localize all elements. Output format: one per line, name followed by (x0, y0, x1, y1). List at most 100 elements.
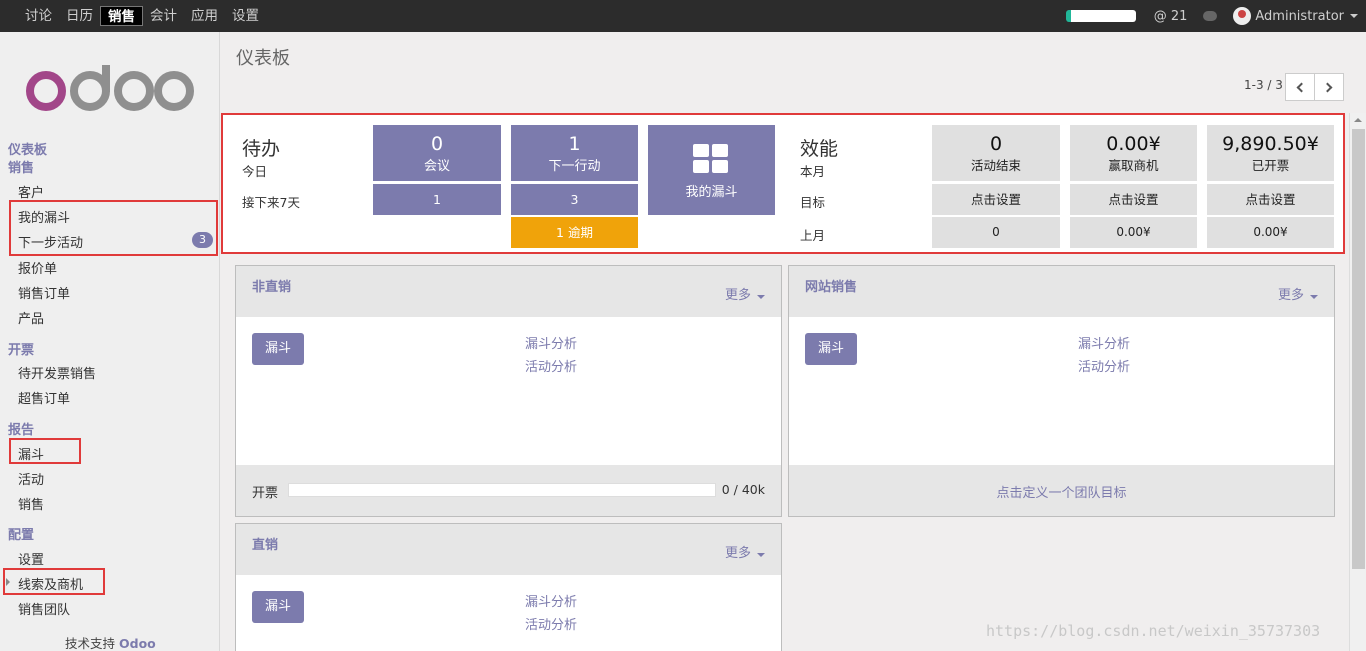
menu-sales[interactable]: 销售 (100, 6, 143, 26)
card-header: 非直销 更多 (236, 266, 781, 317)
more-dropdown[interactable]: 更多 (725, 542, 765, 561)
card-header: 网站销售 更多 (789, 266, 1334, 317)
menu-apps[interactable]: 应用 (184, 6, 225, 26)
chat-icon[interactable] (1203, 11, 1218, 21)
sidebar-item-sales-orders[interactable]: 销售订单 (18, 283, 70, 302)
sidebar-item-sales-teams[interactable]: 销售团队 (18, 599, 70, 618)
sidebar-section-config: 配置 (8, 528, 35, 543)
sidebar-item-upselling[interactable]: 超售订单 (18, 388, 70, 407)
overdue-tile[interactable]: 1 逾期 (511, 217, 638, 248)
target-label: 目标 (800, 195, 826, 210)
card-footer: 开票 0 / 40k (236, 465, 781, 516)
today-label: 今日 (242, 164, 268, 179)
done-activities-last-month: 0 (932, 217, 1060, 248)
sidebar-section-invoicing: 开票 (8, 343, 35, 358)
chevron-left-icon (1296, 82, 1307, 92)
my-pipeline-tile[interactable]: 我的漏斗 (648, 125, 775, 215)
pager-previous-button[interactable] (1285, 73, 1315, 101)
sidebar-section-sales: 销售 (8, 161, 35, 176)
activity-analysis-link[interactable]: 活动分析 (1078, 356, 1130, 375)
sidebar-item-activities[interactable]: 活动 (18, 469, 44, 488)
done-activities-target[interactable]: 点击设置 (932, 184, 1060, 215)
won-target[interactable]: 点击设置 (1070, 184, 1197, 215)
card-footer: 点击定义一个团队目标 (789, 465, 1334, 516)
highlight-box (9, 200, 218, 256)
more-dropdown[interactable]: 更多 (725, 284, 765, 303)
scrollbar-thumb[interactable] (1352, 129, 1365, 569)
menu-discuss[interactable]: 讨论 (18, 6, 59, 26)
invoiced-tile[interactable]: 9,890.50¥ 已开票 (1207, 125, 1334, 181)
chevron-down-icon (757, 553, 765, 557)
pipeline-analysis-link[interactable]: 漏斗分析 (525, 591, 577, 610)
invoicing-progress-bar (288, 483, 716, 497)
mentions-counter[interactable]: @ 21 (1154, 9, 1188, 24)
activity-analysis-link[interactable]: 活动分析 (525, 356, 577, 375)
sidebar-item-customers[interactable]: 客户 (18, 182, 44, 201)
powered-by[interactable]: 技术支持 Odoo (65, 633, 156, 651)
won-last-month: 0.00¥ (1070, 217, 1197, 248)
more-dropdown[interactable]: 更多 (1278, 284, 1318, 303)
menu-settings[interactable]: 设置 (225, 6, 266, 26)
chevron-down-icon[interactable] (1350, 14, 1358, 18)
card-header: 直销 更多 (236, 524, 781, 575)
meetings-next7-tile[interactable]: 1 (373, 184, 501, 215)
sidebar-item-products[interactable]: 产品 (18, 308, 44, 327)
systray: @ 21 Administrator (1065, 0, 1358, 32)
chevron-down-icon (757, 295, 765, 299)
invoiced-target[interactable]: 点击设置 (1207, 184, 1334, 215)
loading-indicator (1065, 10, 1136, 22)
top-navbar: 讨论 日历 销售 会计 应用 设置 @ 21 Administrator (0, 0, 1366, 32)
next-action-tile[interactable]: 1 下一行动 (511, 125, 638, 181)
grid-icon (693, 144, 729, 174)
team-title[interactable]: 直销 (252, 534, 278, 553)
pager-value[interactable]: 1-3 / 3 (1244, 78, 1283, 92)
next-action-next7-tile[interactable]: 3 (511, 184, 638, 215)
sidebar-item-quotations[interactable]: 报价单 (18, 258, 57, 277)
sidebar-item-to-invoice[interactable]: 待开发票销售 (18, 363, 96, 382)
invoicing-label: 开票 (252, 486, 279, 501)
team-title[interactable]: 非直销 (252, 276, 291, 295)
vertical-scrollbar[interactable] (1349, 113, 1366, 651)
team-card-indirect: 非直销 更多 漏斗 漏斗分析 活动分析 开票 0 / 40k (235, 265, 782, 517)
app-menu: 讨论 日历 销售 会计 应用 设置 (18, 0, 266, 32)
menu-calendar[interactable]: 日历 (59, 6, 100, 26)
team-card-website: 网站销售 更多 漏斗 漏斗分析 活动分析 点击定义一个团队目标 (788, 265, 1335, 517)
sidebar-section-reports: 报告 (8, 423, 35, 438)
menu-accounting[interactable]: 会计 (143, 6, 184, 26)
pipeline-button[interactable]: 漏斗 (805, 333, 857, 365)
highlight-box (9, 438, 81, 464)
last-month-label: 上月 (800, 228, 826, 243)
breadcrumb: 仪表板 (236, 48, 290, 69)
invoiced-last-month: 0.00¥ (1207, 217, 1334, 248)
highlight-box (3, 568, 105, 595)
chevron-right-icon (1322, 82, 1333, 92)
activity-analysis-link[interactable]: 活动分析 (525, 614, 577, 633)
invoicing-progress-value: 0 / 40k (721, 482, 765, 497)
todo-title: 待办 (242, 138, 281, 160)
pipeline-button[interactable]: 漏斗 (252, 333, 304, 365)
sidebar-item-settings[interactable]: 设置 (18, 549, 44, 568)
user-menu[interactable]: Administrator (1255, 9, 1344, 24)
done-activities-tile[interactable]: 0 活动结束 (932, 125, 1060, 181)
define-team-target-link[interactable]: 点击定义一个团队目标 (789, 482, 1334, 501)
pipeline-button[interactable]: 漏斗 (252, 591, 304, 623)
pager-next-button[interactable] (1314, 73, 1344, 101)
won-tile[interactable]: 0.00¥ 赢取商机 (1070, 125, 1197, 181)
chevron-down-icon (1310, 295, 1318, 299)
this-month-label: 本月 (800, 164, 826, 179)
sidebar-item-sales[interactable]: 销售 (18, 494, 44, 513)
team-card-direct: 直销 更多 漏斗 漏斗分析 活动分析 (235, 523, 782, 651)
sidebar-item-dashboard[interactable]: 仪表板 (8, 139, 47, 158)
next7-label: 接下来7天 (242, 195, 300, 210)
sales-dashboard: 待办 今日 接下来7天 0 会议 1 1 下一行动 3 1 逾期 我的漏斗 效能… (221, 113, 1345, 254)
odoo-logo (26, 65, 194, 111)
meetings-today-tile[interactable]: 0 会议 (373, 125, 501, 181)
sidebar: 仪表板 销售 客户 我的漏斗 下一步活动 3 报价单 销售订单 产品 开票 待开… (0, 32, 220, 651)
avatar[interactable] (1233, 7, 1252, 25)
performance-title: 效能 (800, 138, 839, 160)
team-title[interactable]: 网站销售 (805, 276, 857, 295)
watermark-text: https://blog.csdn.net/weixin_35737303 (986, 622, 1321, 640)
pipeline-analysis-link[interactable]: 漏斗分析 (525, 333, 577, 352)
pipeline-analysis-link[interactable]: 漏斗分析 (1078, 333, 1130, 352)
scroll-up-icon[interactable] (1354, 118, 1362, 122)
